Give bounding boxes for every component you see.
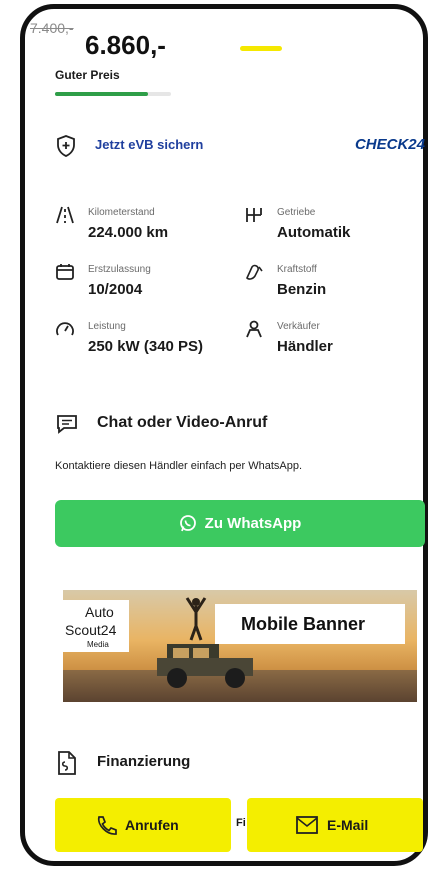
spec-label: Getriebe	[277, 207, 316, 218]
financing-cut-text: Fi	[236, 817, 246, 829]
price-rating-fill	[55, 92, 148, 96]
speedometer-icon	[55, 320, 75, 338]
spec-label: Leistung	[88, 321, 126, 332]
envelope-icon	[295, 815, 319, 840]
spec-label: Verkäufer	[277, 321, 320, 332]
phone-icon	[95, 814, 117, 841]
chat-bubble-icon	[55, 412, 79, 441]
spec-label: Erstzulassung	[88, 264, 151, 275]
whatsapp-description: Kontaktiere diesen Händler einfach per W…	[55, 460, 303, 472]
spec-power: Leistung 250 kW (340 PS)	[55, 320, 235, 360]
call-button[interactable]: Anrufen	[55, 798, 231, 852]
spec-fuel: Kraftstoff Benzin	[244, 263, 424, 303]
spec-value: Händler	[277, 338, 333, 355]
person-silhouette	[185, 594, 207, 642]
financing-section[interactable]: Finanzierung	[55, 750, 355, 776]
spec-value: Automatik	[277, 224, 351, 241]
chat-section-header: Chat oder Video-Anruf	[55, 412, 415, 438]
financing-icon	[55, 750, 77, 781]
call-button-label: Anrufen	[125, 817, 179, 833]
spec-value: Benzin	[277, 281, 327, 298]
price-highlight	[240, 46, 282, 51]
old-price: 7.400,-	[30, 20, 74, 36]
autoscout24-logo: Auto Scout24 Media	[63, 600, 129, 652]
jeep-image	[149, 636, 259, 690]
spec-value: 224.000 km	[88, 224, 169, 241]
evb-link[interactable]: Jetzt eVB sichern	[95, 137, 203, 152]
insurance-row: Jetzt eVB sichern CHECK24	[55, 134, 425, 158]
price-section: 7.400,- 6.860,-	[30, 12, 290, 60]
spec-label: Kraftstoff	[277, 264, 317, 275]
current-price: 6.860,-	[85, 30, 166, 60]
banner-label: Mobile Banner	[215, 604, 405, 644]
spec-value: 250 kW (340 PS)	[88, 338, 204, 355]
gearbox-icon	[244, 206, 264, 224]
whatsapp-icon	[179, 514, 197, 536]
calendar-icon	[55, 263, 75, 281]
mileage-icon	[55, 206, 75, 224]
fuel-pump-icon	[244, 263, 264, 281]
email-button[interactable]: E-Mail	[247, 798, 423, 852]
price-rating-bar	[55, 92, 171, 96]
spec-mileage: Kilometerstand 224.000 km	[55, 206, 235, 246]
spec-gearbox: Getriebe Automatik	[244, 206, 424, 246]
spec-value: 10/2004	[88, 281, 143, 298]
check24-logo: CHECK24	[354, 136, 425, 153]
spec-registration: Erstzulassung 10/2004	[55, 263, 235, 303]
financing-title: Finanzierung	[97, 753, 191, 770]
spec-seller: Verkäufer Händler	[244, 320, 424, 360]
shield-plus-icon	[55, 134, 77, 158]
whatsapp-button-label: Zu WhatsApp	[204, 515, 302, 532]
person-icon	[244, 320, 264, 338]
chat-title: Chat oder Video-Anruf	[97, 414, 268, 431]
whatsapp-button[interactable]: Zu WhatsApp	[55, 500, 425, 547]
mobile-banner-ad[interactable]: Auto Scout24 Media Mobile Banner	[63, 590, 417, 702]
spec-label: Kilometerstand	[88, 207, 155, 218]
price-rating-label: Guter Preis	[55, 68, 120, 82]
email-button-label: E-Mail	[327, 817, 369, 833]
